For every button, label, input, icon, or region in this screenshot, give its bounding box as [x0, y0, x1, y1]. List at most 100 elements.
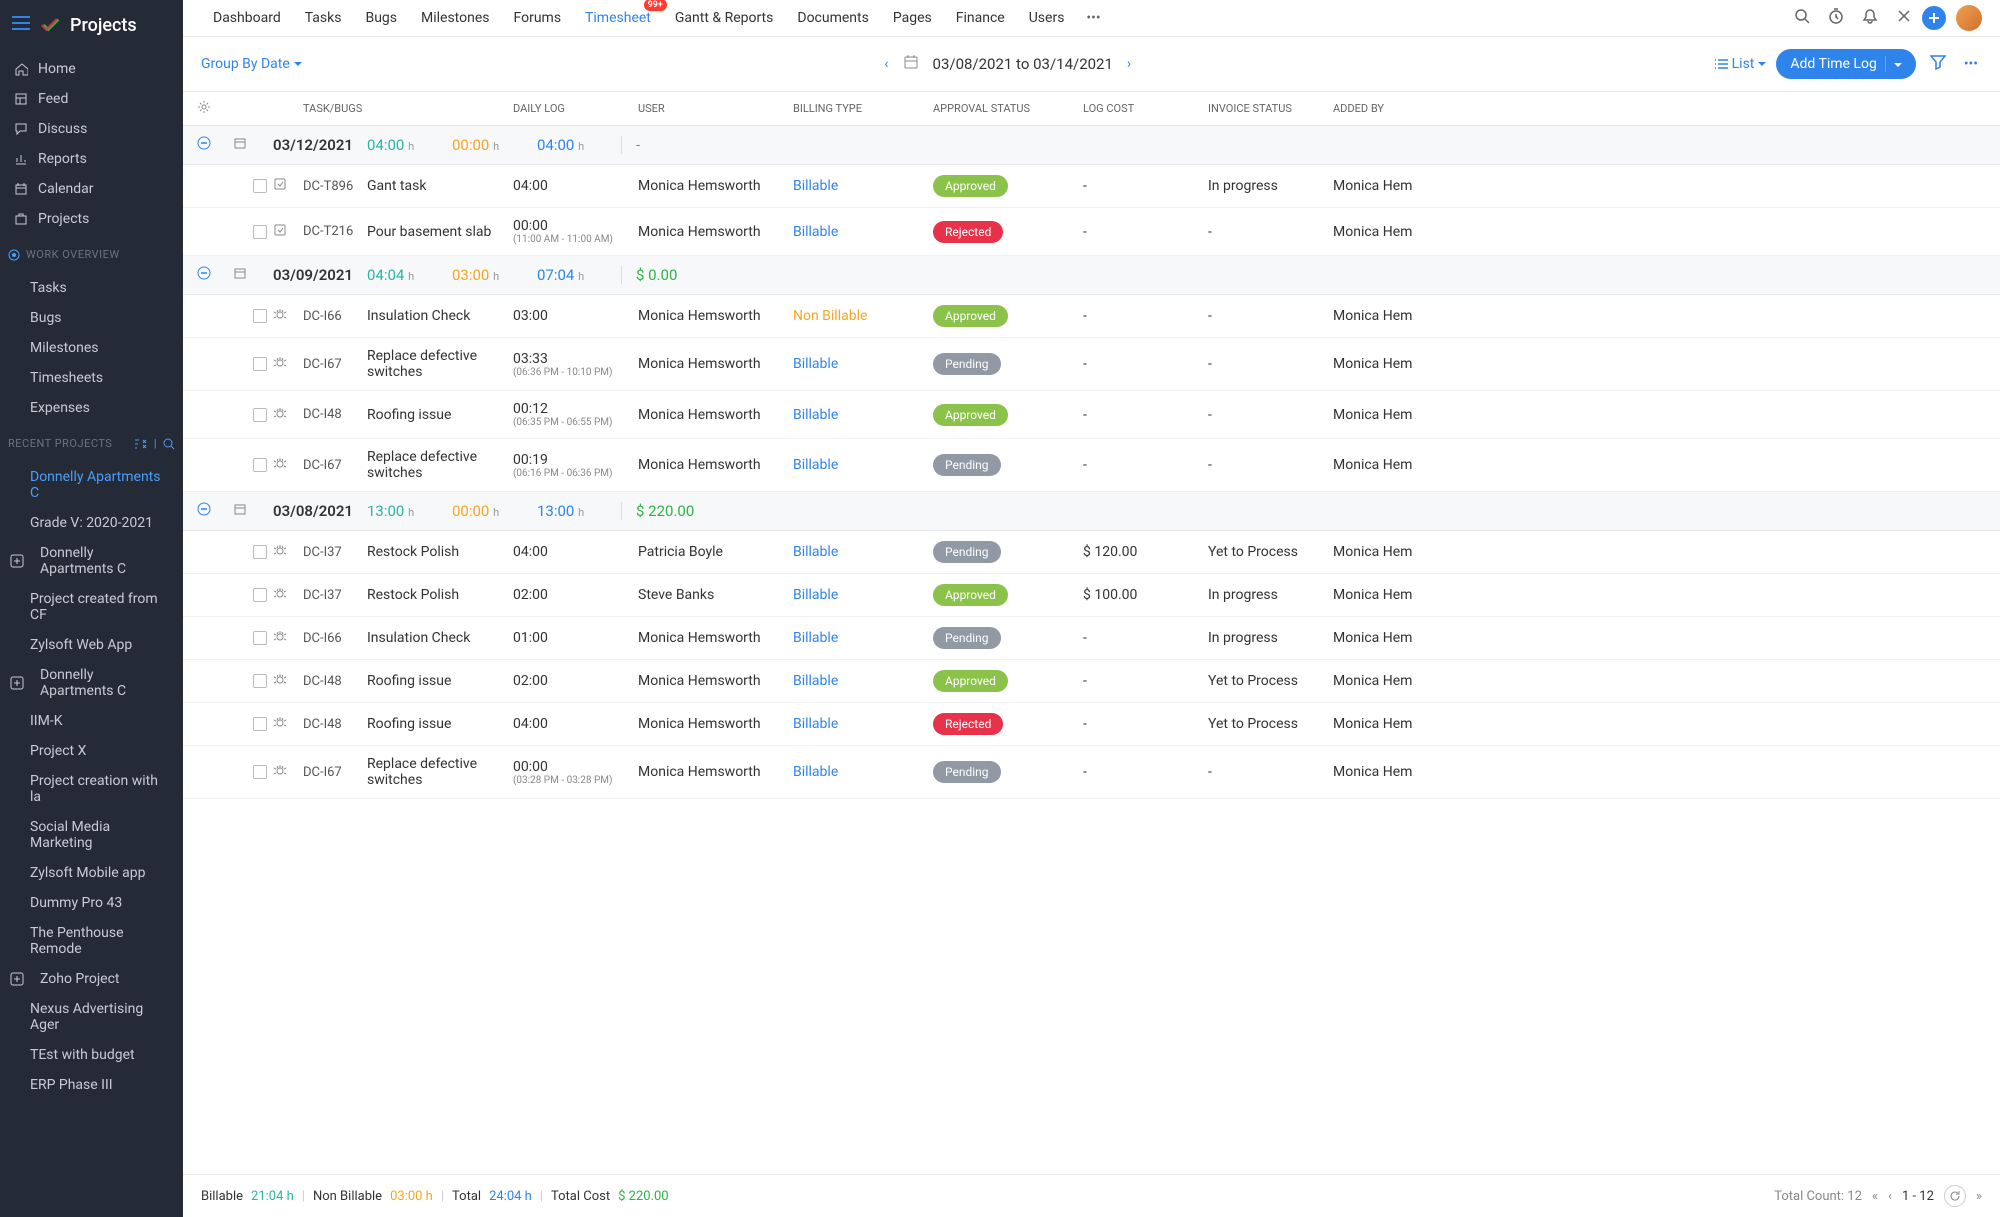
tab-pages[interactable]: Pages [881, 1, 944, 35]
more-tabs-icon[interactable]: ••• [1078, 4, 1108, 32]
task-id[interactable]: DC-I67 [303, 765, 367, 780]
task-id[interactable]: DC-I37 [303, 588, 367, 603]
logo[interactable]: Projects [40, 14, 137, 36]
recent-project-item[interactable]: IIM-K [0, 706, 183, 736]
calendar-icon[interactable] [903, 54, 919, 74]
tab-timesheet[interactable]: Timesheet99+ [573, 1, 663, 35]
sidebar-item-calendar[interactable]: Calendar [0, 174, 183, 204]
task-name[interactable]: Restock Polish [367, 587, 513, 603]
task-id[interactable]: DC-I48 [303, 674, 367, 689]
col-logcost[interactable]: LOG COST [1083, 102, 1208, 115]
filter-icon[interactable] [134, 438, 148, 450]
tab-documents[interactable]: Documents [785, 1, 880, 35]
hamburger-icon[interactable] [12, 16, 30, 34]
recent-project-item[interactable]: The Penthouse Remode [0, 918, 183, 964]
row-checkbox[interactable] [253, 179, 267, 193]
timer-icon[interactable] [1820, 2, 1852, 34]
sidebar-item-projects[interactable]: Projects [0, 204, 183, 234]
bell-icon[interactable] [1854, 2, 1886, 34]
tab-tasks[interactable]: Tasks [293, 1, 354, 35]
tab-dashboard[interactable]: Dashboard [201, 1, 293, 35]
add-dropdown-button[interactable] [1885, 56, 1902, 72]
row-checkbox[interactable] [253, 458, 267, 472]
task-name[interactable]: Insulation Check [367, 308, 513, 324]
task-id[interactable]: DC-I67 [303, 357, 367, 372]
row-checkbox[interactable] [253, 545, 267, 559]
page-prev-button[interactable]: ‹ [1888, 1189, 1892, 1204]
recent-project-item[interactable]: Project X [0, 736, 183, 766]
add-time-log-button[interactable]: Add Time Log [1776, 49, 1915, 79]
tab-gantt-reports[interactable]: Gantt & Reports [663, 1, 786, 35]
recent-project-item[interactable]: ERP Phase III [0, 1070, 183, 1100]
row-checkbox[interactable] [253, 357, 267, 371]
collapse-icon[interactable] [183, 502, 233, 520]
col-billing[interactable]: BILLING TYPE [793, 102, 933, 115]
task-id[interactable]: DC-T216 [303, 224, 367, 239]
collapse-icon[interactable] [183, 136, 233, 154]
recent-project-item[interactable]: Donnelly Apartments C [0, 538, 183, 584]
sidebar-item-discuss[interactable]: Discuss [0, 114, 183, 144]
recent-project-item[interactable]: Project created from CF [0, 584, 183, 630]
col-daily[interactable]: DAILY LOG [513, 102, 638, 115]
sidebar-item-reports[interactable]: Reports [0, 144, 183, 174]
task-id[interactable]: DC-I48 [303, 717, 367, 732]
row-checkbox[interactable] [253, 309, 267, 323]
task-id[interactable]: DC-I66 [303, 309, 367, 324]
task-id[interactable]: DC-I66 [303, 631, 367, 646]
row-checkbox[interactable] [253, 225, 267, 239]
row-checkbox[interactable] [253, 674, 267, 688]
col-task[interactable]: TASK/BUGS [303, 102, 513, 115]
search-icon[interactable] [1786, 2, 1818, 34]
view-toggle[interactable]: List [1714, 56, 1767, 72]
filter-button[interactable] [1926, 50, 1950, 78]
recent-project-item[interactable]: Grade V: 2020-2021 [0, 508, 183, 538]
task-id[interactable]: DC-I67 [303, 458, 367, 473]
page-first-button[interactable]: « [1872, 1189, 1878, 1204]
tab-forums[interactable]: Forums [502, 1, 574, 35]
collapse-icon[interactable] [183, 266, 233, 284]
next-range-button[interactable]: › [1127, 56, 1131, 72]
col-invoice[interactable]: INVOICE STATUS [1208, 102, 1333, 115]
recent-project-item[interactable]: Zylsoft Web App [0, 630, 183, 660]
row-checkbox[interactable] [253, 408, 267, 422]
more-button[interactable]: ••• [1960, 52, 1982, 76]
recent-project-item[interactable]: TEst with budget [0, 1040, 183, 1070]
task-id[interactable]: DC-T896 [303, 179, 367, 194]
tab-users[interactable]: Users [1017, 1, 1077, 35]
row-checkbox[interactable] [253, 717, 267, 731]
col-approval[interactable]: APPROVAL STATUS [933, 102, 1083, 115]
task-name[interactable]: Replace defective switches [367, 449, 513, 481]
sidebar-item-tasks[interactable]: Tasks [0, 273, 183, 303]
page-next-button[interactable]: » [1976, 1189, 1982, 1204]
row-checkbox[interactable] [253, 588, 267, 602]
tab-finance[interactable]: Finance [944, 1, 1017, 35]
row-checkbox[interactable] [253, 765, 267, 779]
refresh-button[interactable] [1944, 1185, 1966, 1207]
add-button[interactable] [1922, 6, 1946, 30]
sidebar-item-expenses[interactable]: Expenses [0, 393, 183, 423]
prev-range-button[interactable]: ‹ [884, 56, 888, 72]
sidebar-item-home[interactable]: Home [0, 54, 183, 84]
task-name[interactable]: Replace defective switches [367, 756, 513, 788]
recent-project-item[interactable]: Donnelly Apartments C [0, 660, 183, 706]
tab-milestones[interactable]: Milestones [409, 1, 502, 35]
recent-project-item[interactable]: Project creation with la [0, 766, 183, 812]
task-id[interactable]: DC-I48 [303, 407, 367, 422]
task-name[interactable]: Pour basement slab [367, 224, 513, 240]
recent-project-item[interactable]: Donnelly Apartments C [0, 462, 183, 508]
tools-icon[interactable] [1888, 2, 1920, 34]
task-id[interactable]: DC-I37 [303, 545, 367, 560]
task-name[interactable]: Replace defective switches [367, 348, 513, 380]
recent-project-item[interactable]: Nexus Advertising Ager [0, 994, 183, 1040]
group-by-dropdown[interactable]: Group By Date [201, 56, 302, 72]
col-user[interactable]: USER [638, 102, 793, 115]
sidebar-item-milestones[interactable]: Milestones [0, 333, 183, 363]
row-checkbox[interactable] [253, 631, 267, 645]
recent-project-item[interactable]: Zoho Project [0, 964, 183, 994]
col-added[interactable]: ADDED BY [1333, 102, 2000, 115]
search-icon[interactable] [163, 438, 175, 450]
recent-project-item[interactable]: Dummy Pro 43 [0, 888, 183, 918]
sidebar-item-timesheets[interactable]: Timesheets [0, 363, 183, 393]
recent-project-item[interactable]: Zylsoft Mobile app [0, 858, 183, 888]
recent-project-item[interactable]: Social Media Marketing [0, 812, 183, 858]
